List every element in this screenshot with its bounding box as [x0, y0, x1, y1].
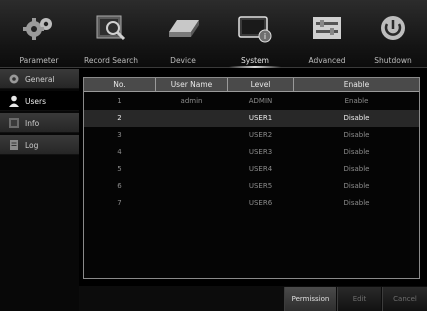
cell-level: USER6 [248, 199, 273, 207]
table-header: No. User Name Level Enable [84, 78, 419, 92]
hard-drive-icon [169, 20, 199, 37]
tab-label: Shutdown [374, 56, 412, 65]
cell-level: USER1 [248, 114, 273, 122]
gears-icon [23, 18, 52, 40]
table-row[interactable]: 3 USER2 Disable [84, 127, 419, 144]
cell-enable: Disable [343, 165, 370, 173]
tab-shutdown[interactable]: Shutdown [357, 4, 427, 68]
cell-level: USER3 [248, 148, 273, 156]
top-navigation-bar: Parameter Record Search Device i System [0, 0, 427, 68]
cell-no: 6 [117, 182, 122, 190]
sidebar-item-log[interactable]: Log [0, 135, 79, 155]
tab-label: Advanced [308, 56, 346, 65]
sidebar-item-label: Log [25, 141, 39, 150]
cell-no: 2 [117, 114, 122, 122]
cell-no: 4 [117, 148, 122, 156]
table-row[interactable]: 4 USER3 Disable [84, 144, 419, 161]
cell-enable: Disable [343, 114, 370, 122]
info-icon [9, 118, 19, 128]
cell-no: 1 [117, 97, 122, 105]
column-header-level: Level [250, 80, 271, 89]
cell-no: 7 [117, 199, 122, 207]
table-row[interactable]: 1 admin ADMIN Enable [84, 93, 419, 110]
cell-user-name: admin [180, 97, 203, 105]
tab-label: Parameter [19, 56, 59, 65]
table-row-selected[interactable]: 2 USER1 Disable [84, 110, 419, 127]
cell-no: 3 [117, 131, 122, 139]
gear-icon [9, 74, 19, 84]
table-row[interactable]: 7 USER6 Disable [84, 195, 419, 212]
svg-text:i: i [264, 32, 266, 41]
tab-label: Record Search [83, 56, 139, 65]
sidebar-item-label: Info [25, 119, 40, 128]
edit-button[interactable]: Edit [337, 287, 381, 311]
tab-device[interactable]: Device [147, 4, 219, 68]
sidebar-item-label: General [25, 75, 55, 84]
tab-label: Device [170, 56, 196, 65]
cell-enable: Enable [344, 97, 369, 105]
user-icon [9, 95, 19, 107]
advanced-settings-icon [313, 17, 341, 39]
column-header-no: No. [113, 80, 126, 89]
tab-label: System [241, 56, 269, 65]
column-header-user-name: User Name [170, 80, 213, 89]
tab-system[interactable]: i System [219, 4, 291, 68]
tab-parameter[interactable]: Parameter [3, 4, 75, 68]
tab-record-search[interactable]: Record Search [75, 4, 147, 68]
cancel-button[interactable]: Cancel [382, 287, 427, 311]
cell-enable: Disable [343, 131, 370, 139]
cell-level: USER2 [248, 131, 273, 139]
cell-level: USER5 [248, 182, 273, 190]
sidebar-item-info[interactable]: Info [0, 113, 79, 133]
active-tab-indicator [229, 66, 281, 68]
column-header-enable: Enable [343, 80, 370, 89]
system-monitor-icon: i [238, 16, 272, 43]
sidebar: General Users Info Log [0, 69, 79, 311]
log-icon [10, 140, 18, 150]
tab-advanced[interactable]: Advanced [291, 4, 363, 68]
cell-enable: Disable [343, 148, 370, 156]
cell-enable: Disable [343, 199, 370, 207]
sidebar-item-label: Users [25, 97, 47, 106]
cell-enable: Disable [343, 182, 370, 190]
users-table: No. User Name Level Enable 1 admin ADMIN… [83, 77, 420, 279]
power-icon [381, 16, 405, 40]
permission-button[interactable]: Permission [284, 287, 336, 311]
sidebar-item-users[interactable]: Users [0, 91, 79, 111]
table-row[interactable]: 5 USER4 Disable [84, 161, 419, 178]
cell-no: 5 [117, 165, 122, 173]
record-search-icon [96, 15, 126, 41]
cell-level: USER4 [248, 165, 273, 173]
cell-level: ADMIN [248, 97, 273, 105]
table-row[interactable]: 6 USER5 Disable [84, 178, 419, 195]
sidebar-item-general[interactable]: General [0, 69, 79, 89]
